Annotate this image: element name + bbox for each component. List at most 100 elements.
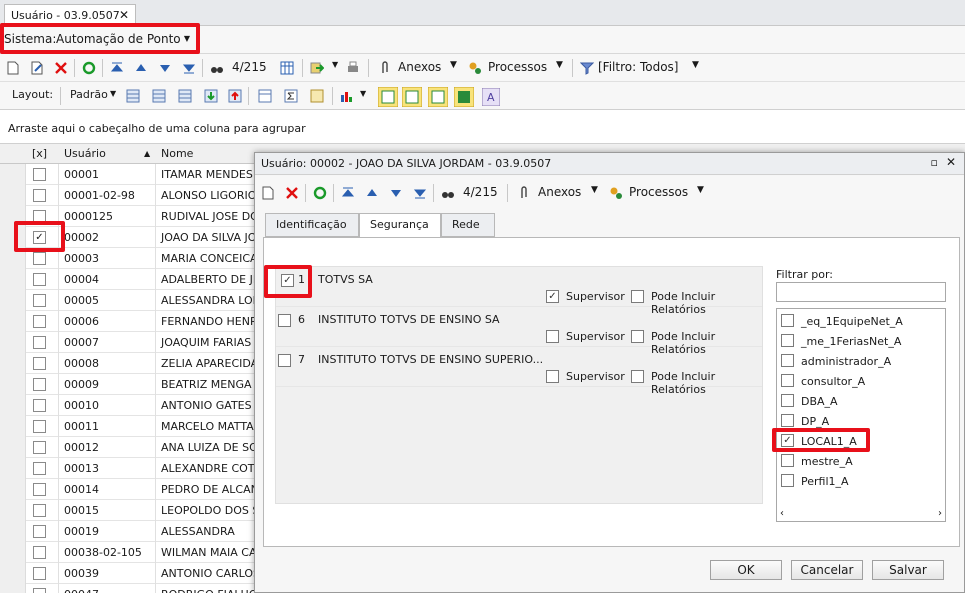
company-checkbox[interactable] xyxy=(278,314,291,327)
chevron-down-icon[interactable]: ▼ xyxy=(360,89,366,98)
row-checkbox[interactable] xyxy=(33,252,46,265)
table-row[interactable]: 00038-02-105 WILMAN MAIA CAB xyxy=(0,542,255,563)
tab-rede[interactable]: Rede xyxy=(441,213,495,237)
row-checkbox[interactable] xyxy=(33,483,46,496)
scroll-right-icon[interactable]: › xyxy=(938,508,942,519)
paperclip-icon[interactable] xyxy=(517,186,531,200)
row-checkbox[interactable] xyxy=(33,546,46,559)
group-icon[interactable] xyxy=(310,89,324,103)
row-checkbox[interactable] xyxy=(33,441,46,454)
reports-checkbox[interactable] xyxy=(631,330,644,343)
anexos-button[interactable]: Anexos xyxy=(398,60,441,74)
table-row[interactable]: 00039 ANTONIO CARLOS xyxy=(0,563,255,584)
row-checkbox[interactable] xyxy=(33,189,46,202)
table-row[interactable]: 00019 ALESSANDRA xyxy=(0,521,255,542)
filter-icon[interactable] xyxy=(580,61,594,75)
profile-checkbox[interactable] xyxy=(781,454,794,467)
first-record-icon[interactable] xyxy=(110,61,124,75)
last-record-icon[interactable] xyxy=(413,186,427,200)
table-row[interactable]: 00004 ADALBERTO DE JES xyxy=(0,269,255,290)
view-grid-icon[interactable] xyxy=(454,87,474,107)
row-checkbox[interactable] xyxy=(33,315,46,328)
previous-record-icon[interactable] xyxy=(134,61,148,75)
column-header-usuario[interactable]: Usuário xyxy=(64,147,106,160)
save-button[interactable]: Salvar xyxy=(872,560,944,580)
supervisor-checkbox[interactable] xyxy=(546,370,559,383)
ok-button[interactable]: OK xyxy=(710,560,782,580)
chevron-down-icon[interactable]: ▼ xyxy=(110,89,116,98)
table-row[interactable]: 00006 FERNANDO HENRIC xyxy=(0,311,255,332)
delete-icon[interactable] xyxy=(54,61,68,75)
print-icon[interactable] xyxy=(346,61,360,75)
refresh-icon[interactable] xyxy=(313,186,327,200)
font-icon[interactable]: A xyxy=(482,88,500,106)
column-header-check[interactable]: [x] xyxy=(32,147,47,160)
next-record-icon[interactable] xyxy=(158,61,172,75)
row-checkbox[interactable] xyxy=(33,336,46,349)
supervisor-checkbox[interactable]: ✓ xyxy=(546,290,559,303)
new-document-icon[interactable] xyxy=(261,186,275,200)
columns-icon[interactable] xyxy=(258,89,272,103)
restore-icon[interactable]: ▫ xyxy=(931,156,938,169)
binoculars-icon[interactable] xyxy=(441,186,455,200)
table-row[interactable]: 00001 ITAMAR MENDES D xyxy=(0,164,255,185)
binoculars-icon[interactable] xyxy=(210,61,224,75)
chevron-down-icon[interactable]: ▼ xyxy=(332,60,338,69)
gears-icon[interactable] xyxy=(468,61,482,75)
scroll-left-icon[interactable]: ‹ xyxy=(780,508,784,519)
view-list-icon[interactable] xyxy=(402,87,422,107)
dialog-processos-button[interactable]: Processos xyxy=(629,185,688,199)
layout-select[interactable]: Padrão xyxy=(70,88,108,101)
table-row[interactable]: 00007 JOAQUIM FARIAS I xyxy=(0,332,255,353)
layout-export-icon[interactable] xyxy=(228,89,242,103)
row-checkbox[interactable] xyxy=(33,273,46,286)
row-checkbox[interactable] xyxy=(33,588,46,593)
table-row[interactable]: 00012 ANA LUIZA DE SOU xyxy=(0,437,255,458)
row-checkbox[interactable] xyxy=(33,504,46,517)
row-checkbox[interactable] xyxy=(33,525,46,538)
row-checkbox[interactable] xyxy=(33,294,46,307)
gears-icon[interactable] xyxy=(609,186,623,200)
table-row[interactable]: 00009 BEATRIZ MENGA xyxy=(0,374,255,395)
chevron-down-icon[interactable]: ▼ xyxy=(556,60,563,70)
company-checkbox[interactable] xyxy=(278,354,291,367)
calendar-grid-icon[interactable] xyxy=(280,61,294,75)
new-document-icon[interactable] xyxy=(6,61,20,75)
chart-icon[interactable] xyxy=(340,89,354,103)
first-record-icon[interactable] xyxy=(341,186,355,200)
view-detail-icon[interactable] xyxy=(428,87,448,107)
chevron-down-icon[interactable]: ▼ xyxy=(697,185,704,195)
group-by-area[interactable]: Arraste aqui o cabeçalho de uma coluna p… xyxy=(0,110,965,144)
table-row[interactable]: 00015 LEOPOLDO DOS SA xyxy=(0,500,255,521)
profile-checkbox[interactable] xyxy=(781,314,794,327)
refresh-icon[interactable] xyxy=(82,61,96,75)
processos-button[interactable]: Processos xyxy=(488,60,547,74)
profile-checkbox[interactable] xyxy=(781,354,794,367)
delete-icon[interactable] xyxy=(285,186,299,200)
chevron-down-icon[interactable]: ▼ xyxy=(450,60,457,70)
table-row[interactable]: 00047 RODRIGO FIALHO FARRICHELLO xyxy=(0,584,255,593)
layout-table-icon[interactable] xyxy=(178,89,192,103)
filter-button[interactable]: [Filtro: Todos] xyxy=(598,60,678,74)
profile-checkbox[interactable] xyxy=(781,414,794,427)
table-row[interactable]: 00013 ALEXANDRE COTTA xyxy=(0,458,255,479)
profile-checkbox[interactable] xyxy=(781,394,794,407)
cancel-button[interactable]: Cancelar xyxy=(791,560,863,580)
table-row[interactable]: 00010 ANTONIO GATES B xyxy=(0,395,255,416)
previous-record-icon[interactable] xyxy=(365,186,379,200)
sum-icon[interactable] xyxy=(284,89,298,103)
layout-import-icon[interactable] xyxy=(204,89,218,103)
row-checkbox[interactable] xyxy=(33,357,46,370)
reports-checkbox[interactable] xyxy=(631,290,644,303)
tab-identificacao[interactable]: Identificação xyxy=(265,213,359,237)
export-icon[interactable] xyxy=(310,61,324,75)
filter-input[interactable] xyxy=(776,282,946,302)
dialog-anexos-button[interactable]: Anexos xyxy=(538,185,581,199)
close-icon[interactable]: ✕ xyxy=(946,155,956,169)
table-row[interactable]: 00001-02-98 ALONSO LIGORIO I xyxy=(0,185,255,206)
tab-seguranca[interactable]: Segurança xyxy=(359,213,441,238)
profile-checkbox[interactable] xyxy=(781,334,794,347)
reports-checkbox[interactable] xyxy=(631,370,644,383)
row-checkbox[interactable] xyxy=(33,462,46,475)
table-row[interactable]: 00011 MARCELO MATTAR xyxy=(0,416,255,437)
